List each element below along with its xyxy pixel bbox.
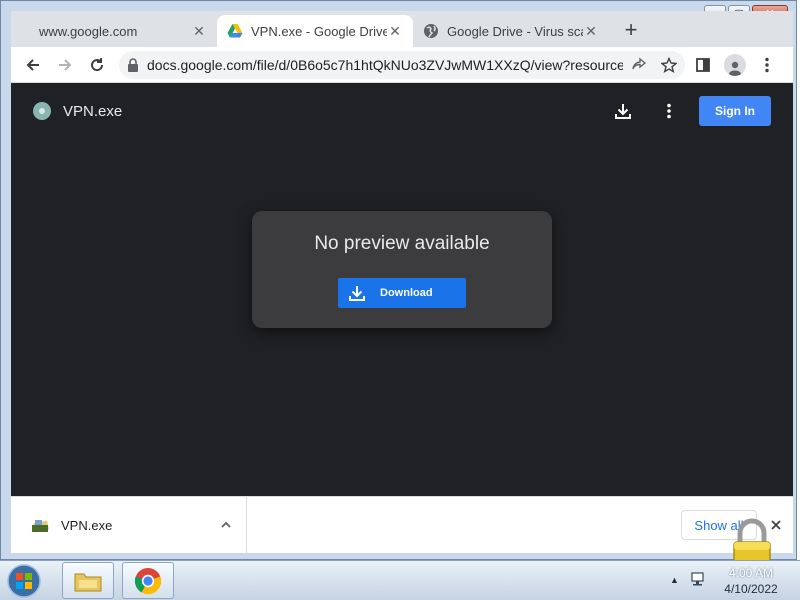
clock-time: 4:00 AM [728,566,774,580]
forward-arrow-icon[interactable] [51,51,79,79]
download-icon[interactable] [607,95,639,127]
download-button-label: Download [380,287,433,299]
executable-file-icon [32,520,49,533]
download-item[interactable]: VPN.exe [11,497,247,553]
clock-date: 4/10/2022 [724,582,778,596]
reload-icon[interactable] [83,51,111,79]
new-tab-button[interactable]: + [617,16,645,44]
system-clock[interactable]: 4:00 AM 4/10/2022 [718,565,784,597]
globe-icon [424,24,438,38]
file-name-title: VPN.exe [63,102,123,120]
download-bar: VPN.exe Show all [11,496,793,553]
chrome-icon [134,567,162,594]
tab-close-icon[interactable]: ✕ [387,23,403,40]
tab-title: www.google.com [39,23,138,39]
download-icon [349,286,365,301]
tab-google[interactable]: www.google.com ✕ [21,15,217,47]
tab-title: VPN.exe - Google Drive [251,23,387,39]
tab-strip: www.google.com ✕ VPN.exe - Google Drive … [11,11,793,47]
no-preview-message: No preview available [314,233,490,254]
lock-icon [128,57,138,72]
taskbar-chrome-button[interactable] [122,562,174,599]
google-drive-icon [227,24,243,38]
address-url[interactable]: docs.google.com/file/d/0B6o5c7h1htQkNUo3… [147,57,623,73]
drive-header: VPN.exe Sign In [11,83,793,139]
bookmark-star-icon[interactable] [661,56,677,73]
chevron-up-icon[interactable] [220,519,232,531]
drive-viewer: VPN.exe Sign In No preview available Dow… [11,83,793,496]
windows-logo-icon [7,564,41,598]
back-arrow-icon[interactable] [19,51,47,79]
tab-close-icon[interactable]: ✕ [583,23,599,40]
tab-title: Google Drive - Virus scan [447,23,583,39]
address-bar[interactable]: docs.google.com/file/d/0B6o5c7h1htQkNUo3… [119,50,685,79]
browser-toolbar: docs.google.com/file/d/0B6o5c7h1htQkNUo3… [11,47,793,83]
taskbar: ▲ 4:00 AM 4/10/2022 [0,560,800,600]
file-type-icon [33,102,51,120]
download-file-name: VPN.exe [61,517,113,533]
taskbar-explorer-button[interactable] [62,562,114,599]
share-icon[interactable] [631,57,647,73]
tab-virus-scan[interactable]: Google Drive - Virus scan ✕ [413,15,609,47]
browser-window: ▬ ▢ ✕ www.google.com ✕ VPN.exe - Google … [0,0,797,560]
browser-menu-icon[interactable] [753,51,781,79]
show-hidden-icons-arrow[interactable]: ▲ [670,575,679,585]
tab-close-icon[interactable]: ✕ [191,23,207,40]
network-icon[interactable] [690,571,706,587]
start-button[interactable] [4,563,44,599]
folder-icon [74,573,102,591]
more-options-icon[interactable] [653,95,685,127]
sign-in-button[interactable]: Sign In [699,96,771,126]
side-panel-icon[interactable] [689,51,717,79]
tab-vpn-drive[interactable]: VPN.exe - Google Drive ✕ [217,15,413,47]
no-preview-card: No preview available Download [252,211,552,328]
profile-avatar-icon[interactable] [721,51,749,79]
download-button[interactable]: Download [338,278,466,308]
